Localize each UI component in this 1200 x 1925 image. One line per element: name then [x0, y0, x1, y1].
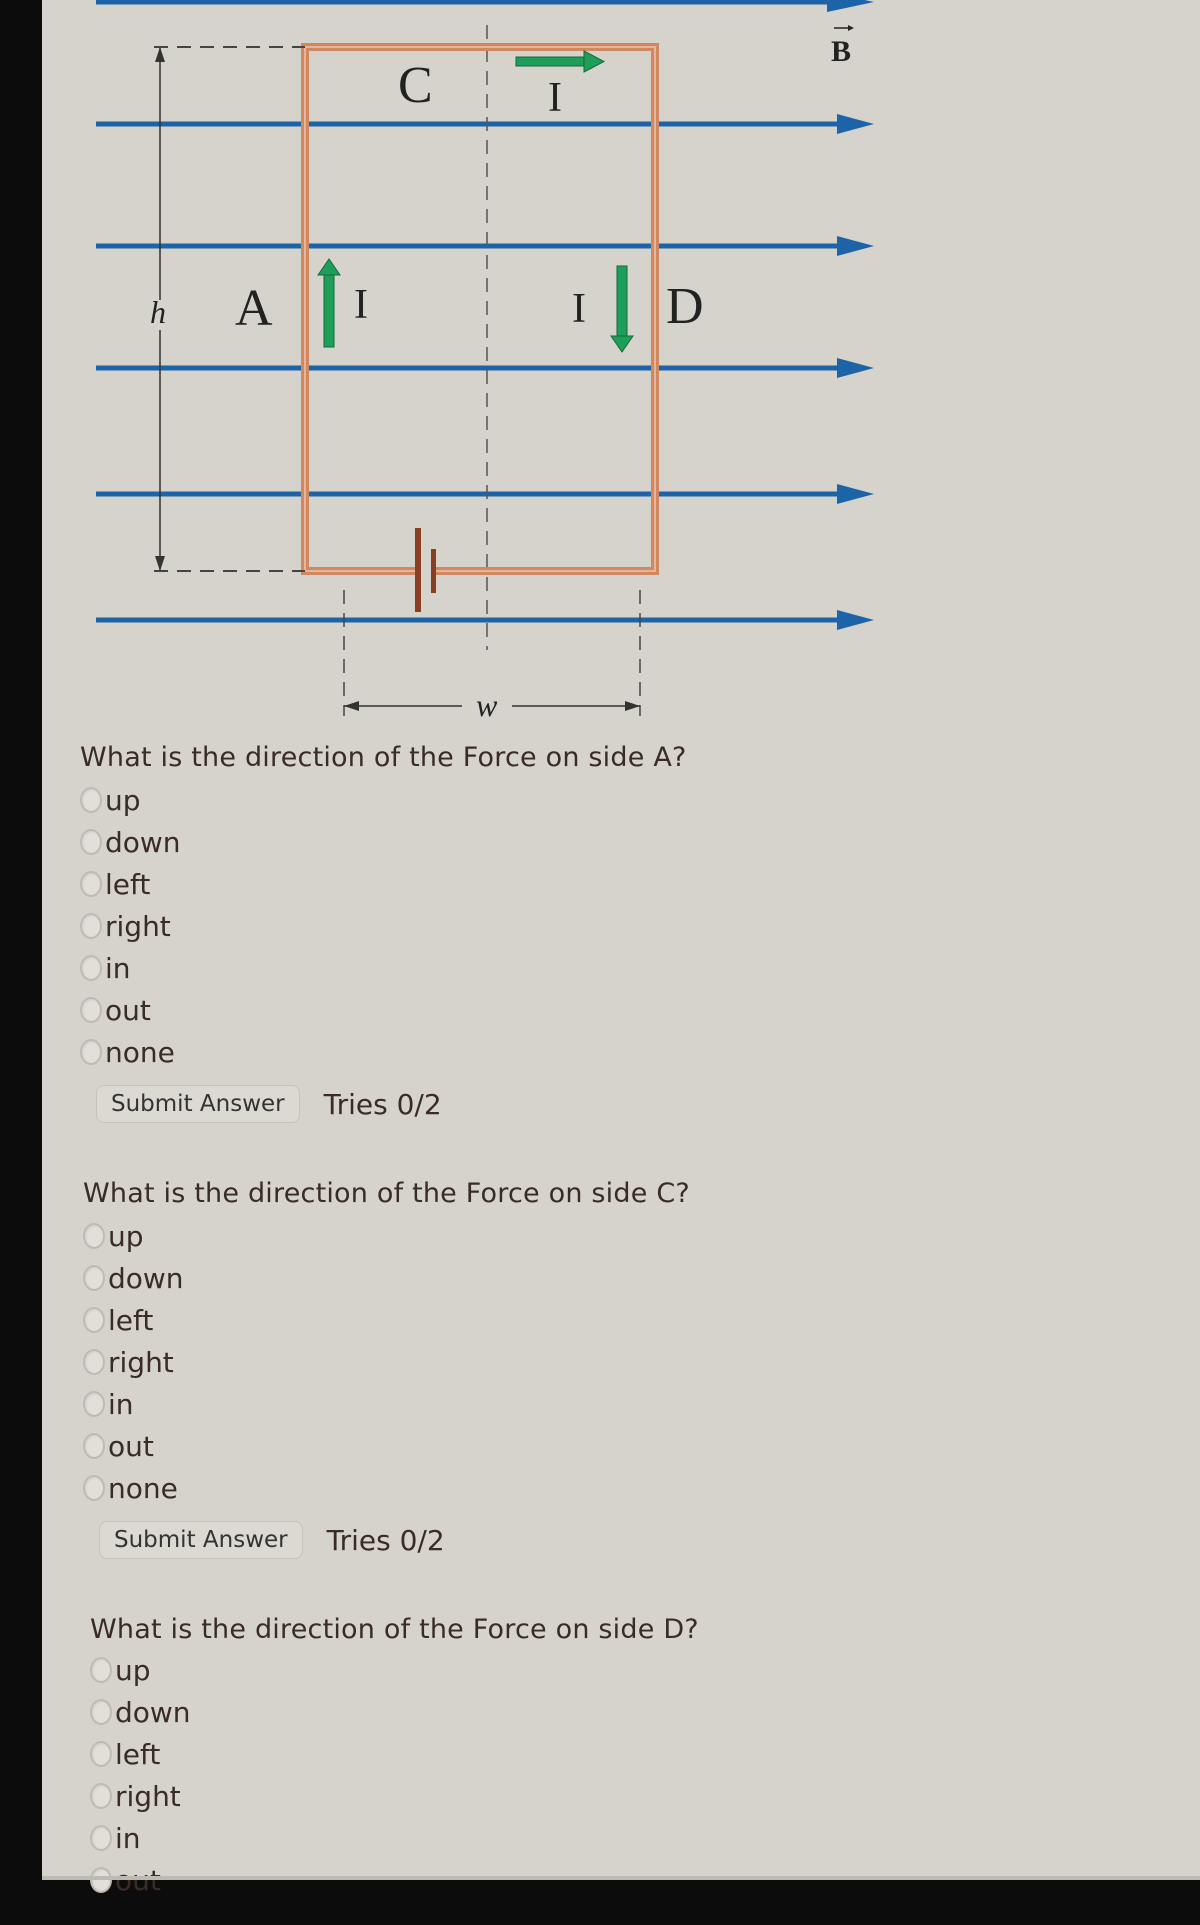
side-label-a: A	[235, 280, 273, 337]
tries-counter: Tries 0/2	[323, 1087, 442, 1121]
radio-button[interactable]	[90, 1783, 112, 1809]
radio-button[interactable]	[90, 1699, 112, 1725]
field-lines	[96, 0, 874, 630]
field-line	[96, 358, 874, 378]
radio-button[interactable]	[80, 913, 102, 939]
option-in[interactable]: in	[90, 1817, 699, 1859]
option-right[interactable]: right	[80, 905, 687, 947]
current-arrow-up-icon	[317, 258, 341, 348]
radio-button[interactable]	[83, 1391, 105, 1417]
radio-button[interactable]	[83, 1307, 105, 1333]
option-in[interactable]: in	[83, 1383, 690, 1425]
option-out[interactable]: out	[83, 1425, 690, 1467]
radio-button[interactable]	[80, 871, 102, 897]
field-line	[96, 0, 874, 12]
side-label-d: D	[666, 278, 704, 335]
radio-button[interactable]	[83, 1223, 105, 1249]
question-side-a: What is the direction of the Force on si…	[80, 742, 687, 1123]
option-left[interactable]: left	[83, 1299, 690, 1341]
radio-button[interactable]	[83, 1349, 105, 1375]
radio-button[interactable]	[80, 1039, 102, 1065]
option-list: up down left right in out none	[83, 1215, 690, 1509]
radio-button[interactable]	[80, 955, 102, 981]
option-up[interactable]: up	[83, 1215, 690, 1257]
question-prompt: What is the direction of the Force on si…	[83, 1178, 690, 1209]
current-arrow-right-icon	[515, 50, 606, 73]
field-line	[96, 114, 874, 134]
question-side-c: What is the direction of the Force on si…	[83, 1178, 690, 1559]
radio-button[interactable]	[90, 1825, 112, 1851]
radio-button[interactable]	[90, 1741, 112, 1767]
option-right[interactable]: right	[90, 1775, 699, 1817]
radio-button[interactable]	[80, 997, 102, 1023]
option-out[interactable]: out	[80, 989, 687, 1031]
option-left[interactable]: left	[90, 1733, 699, 1775]
radio-button[interactable]	[83, 1433, 105, 1459]
option-none[interactable]: none	[80, 1031, 687, 1073]
field-line	[96, 610, 874, 630]
radio-button[interactable]	[90, 1657, 112, 1683]
question-side-d: What is the direction of the Force on si…	[90, 1614, 699, 1901]
radio-button[interactable]	[83, 1475, 105, 1501]
field-line	[96, 484, 874, 504]
question-prompt: What is the direction of the Force on si…	[80, 742, 687, 773]
submit-row: Submit Answer Tries 0/2	[83, 1521, 690, 1559]
option-up[interactable]: up	[90, 1649, 699, 1691]
width-dimension: w	[343, 590, 641, 723]
option-list: up down left right in out	[90, 1649, 699, 1901]
current-label-left: I	[354, 282, 368, 328]
radio-button[interactable]	[83, 1265, 105, 1291]
option-left[interactable]: left	[80, 863, 687, 905]
submit-answer-button[interactable]: Submit Answer	[99, 1521, 303, 1559]
tries-counter: Tries 0/2	[326, 1523, 445, 1557]
current-label-top: I	[548, 75, 562, 121]
submit-row: Submit Answer Tries 0/2	[80, 1085, 687, 1123]
current-arrow-down-icon	[610, 265, 634, 353]
option-down[interactable]: down	[90, 1691, 699, 1733]
submit-answer-button[interactable]: Submit Answer	[96, 1085, 300, 1123]
field-line	[96, 236, 874, 256]
radio-button[interactable]	[80, 829, 102, 855]
option-down[interactable]: down	[83, 1257, 690, 1299]
current-label-right: I	[572, 286, 586, 332]
option-right[interactable]: right	[83, 1341, 690, 1383]
field-label-b: B	[831, 25, 854, 68]
option-down[interactable]: down	[80, 821, 687, 863]
circuit-diagram: B h w C A D I I I	[96, 0, 874, 723]
question-prompt: What is the direction of the Force on si…	[90, 1614, 699, 1645]
svg-text:B: B	[831, 35, 851, 68]
svg-text:h: h	[150, 294, 166, 330]
option-in[interactable]: in	[80, 947, 687, 989]
option-list: up down left right in out none	[80, 779, 687, 1073]
side-label-c: C	[398, 57, 433, 114]
option-up[interactable]: up	[80, 779, 687, 821]
radio-button[interactable]	[80, 787, 102, 813]
radio-button[interactable]	[90, 1867, 112, 1893]
option-out[interactable]: out	[90, 1859, 699, 1901]
option-none[interactable]: none	[83, 1467, 690, 1509]
browser-page: B h w C A D I I I What is the direction …	[42, 0, 1200, 1897]
svg-text:w: w	[476, 687, 498, 723]
